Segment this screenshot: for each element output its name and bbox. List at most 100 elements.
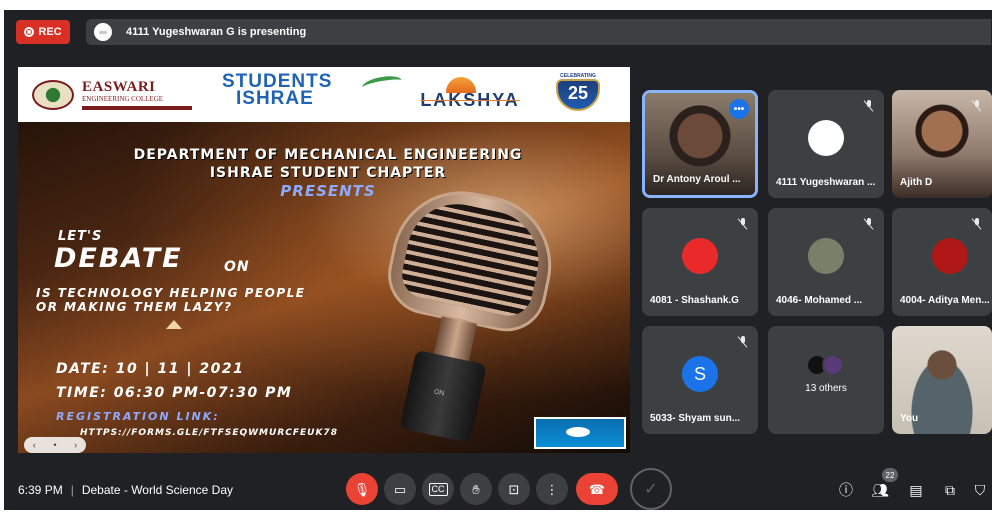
debate-topic: IS TECHNOLOGY HELPING PEOPLE OR MAKING T… bbox=[36, 286, 376, 314]
leave-call-button[interactable]: ☎︎ bbox=[576, 473, 618, 505]
debate-on-text: ON bbox=[224, 259, 250, 275]
mic-off-icon bbox=[864, 100, 874, 112]
slide-dots-icon: • bbox=[53, 440, 57, 450]
students-ishrae-logo: STUDENTS ISHRAE bbox=[222, 72, 403, 117]
captions-button[interactable]: CC bbox=[422, 473, 454, 505]
avatar: S bbox=[682, 356, 718, 392]
participant-name: Dr Antony Aroul ... bbox=[653, 174, 741, 185]
meeting-info: 6:39 PM | Debate - World Science Day bbox=[18, 483, 233, 497]
host-controls-button[interactable]: ⛉ bbox=[970, 480, 990, 500]
mic-off-icon bbox=[738, 218, 748, 230]
people-button[interactable]: 👥︎ bbox=[870, 480, 890, 500]
lakshya-text: LAKSHYA bbox=[420, 90, 520, 110]
participant-tile[interactable]: S 5033- Shyam sun... bbox=[642, 326, 758, 434]
avatar bbox=[808, 120, 844, 156]
meeting-title[interactable]: Debate - World Science Day bbox=[82, 483, 233, 497]
event-date: DATE: 10 | 11 | 2021 bbox=[56, 361, 245, 377]
hang-up-icon: ☎︎ bbox=[588, 481, 606, 497]
lakshya-logo: LAKSHYA bbox=[404, 77, 536, 115]
event-time: TIME: 06:30 PM-07:30 PM bbox=[56, 385, 293, 401]
meeting-details-button[interactable]: ⓘ bbox=[836, 480, 856, 500]
participant-tile[interactable]: 4081 - Shashank.G bbox=[642, 208, 758, 316]
presents-text: PRESENTS bbox=[280, 182, 376, 200]
mic-off-icon: 🎙︎ bbox=[353, 481, 371, 497]
lock-shield-icon: ⛉ bbox=[974, 481, 986, 498]
easwari-name: EASWARI bbox=[82, 79, 156, 95]
easwari-logo: EASWARI ENGINEERING COLLEGE bbox=[32, 75, 202, 115]
info-icon: ⓘ bbox=[839, 482, 853, 498]
topic-line-1: IS TECHNOLOGY HELPING PEOPLE bbox=[36, 286, 306, 300]
activity-button[interactable]: ✓ bbox=[630, 468, 672, 510]
presenting-text: 4111 Yugeshwaran G is presenting bbox=[126, 26, 307, 38]
activities-button[interactable]: ⧉ bbox=[940, 480, 960, 500]
present-button[interactable]: ⊡ bbox=[498, 473, 530, 505]
captions-icon: CC bbox=[428, 482, 448, 496]
presenter-avatar-icon bbox=[94, 23, 112, 41]
topic-line-2: OR MAKING THEM LAZY? bbox=[36, 300, 233, 314]
meet-window: REC 4111 Yugeshwaran G is presenting EAS… bbox=[4, 10, 992, 510]
slide-navigation[interactable]: ‹ • › bbox=[24, 437, 86, 453]
raise-hand-button[interactable]: ✋︎ bbox=[460, 473, 492, 505]
avatar bbox=[822, 354, 844, 376]
participant-tile[interactable]: 4004- Aditya Men... bbox=[892, 208, 992, 316]
avatar bbox=[932, 238, 968, 274]
participant-tile[interactable]: You bbox=[892, 326, 992, 434]
participant-name: Ajith D bbox=[900, 177, 933, 188]
divider: | bbox=[70, 483, 74, 497]
college-emblem-icon bbox=[32, 80, 74, 110]
registration-link: HTTPS://FORMS.GLE/FTFSEQWMURCFEUK78 bbox=[80, 428, 338, 438]
participant-name: You bbox=[900, 413, 919, 424]
triangle-icon bbox=[166, 320, 182, 329]
more-options-icon[interactable]: ••• bbox=[729, 99, 749, 119]
camera-icon: ▭ bbox=[393, 481, 407, 497]
participant-name: 4046- Mohamed ... bbox=[776, 295, 863, 306]
participant-name: 4081 - Shashank.G bbox=[650, 295, 739, 306]
registration-label: REGISTRATION LINK: bbox=[56, 410, 220, 423]
prev-slide-icon[interactable]: ‹ bbox=[33, 440, 36, 450]
more-options-button[interactable]: ⋮ bbox=[536, 473, 568, 505]
lets-text: LET'S bbox=[58, 229, 103, 244]
anniversary-number: 25 bbox=[567, 83, 589, 103]
more-vert-icon: ⋮ bbox=[545, 481, 559, 497]
camera-toggle-button[interactable]: ▭ bbox=[384, 473, 416, 505]
easwari-divider bbox=[82, 106, 192, 110]
chat-button[interactable]: ▤ bbox=[906, 480, 926, 500]
logo-strip: EASWARI ENGINEERING COLLEGE STUDENTS ISH… bbox=[18, 67, 630, 122]
presenting-banner: 4111 Yugeshwaran G is presenting bbox=[86, 19, 991, 45]
dept-line-2: ISHRAE STUDENT CHAPTER bbox=[209, 165, 447, 181]
clock-time: 6:39 PM bbox=[18, 483, 63, 497]
participant-name: 5033- Shyam sun... bbox=[650, 413, 741, 424]
participant-name: 4004- Aditya Men... bbox=[900, 295, 990, 306]
participant-tile[interactable]: 4111 Yugeshwaran ... bbox=[768, 90, 884, 198]
presentation-slide: EASWARI ENGINEERING COLLEGE STUDENTS ISH… bbox=[18, 67, 630, 453]
mic-off-icon bbox=[972, 100, 982, 112]
hand-icon: ✋︎ bbox=[472, 481, 480, 497]
others-tile[interactable]: 13 others bbox=[768, 326, 884, 434]
others-count: 13 others bbox=[805, 383, 847, 394]
debate-title: DEBATE bbox=[54, 243, 183, 274]
rec-indicator: REC bbox=[16, 20, 70, 44]
avatar bbox=[682, 238, 718, 274]
present-screen-icon: ⊡ bbox=[508, 481, 520, 497]
mic-off-icon bbox=[738, 336, 748, 348]
mic-toggle-button[interactable]: 🎙︎ bbox=[346, 473, 378, 505]
chat-icon: ▤ bbox=[909, 481, 923, 498]
participant-tile[interactable]: Ajith D bbox=[892, 90, 992, 198]
participant-name: 4111 Yugeshwaran ... bbox=[776, 177, 876, 188]
shapes-icon: ⧉ bbox=[945, 481, 955, 498]
easwari-sub: ENGINEERING COLLEGE bbox=[82, 95, 164, 103]
mic-off-icon bbox=[972, 218, 982, 230]
mic-off-icon bbox=[864, 218, 874, 230]
anniversary-logo: CELEBRATING 25 bbox=[550, 73, 606, 115]
check-icon: ✓ bbox=[644, 481, 658, 498]
next-slide-icon[interactable]: › bbox=[74, 440, 77, 450]
participant-tile[interactable]: ••• Dr Antony Aroul ... bbox=[642, 90, 758, 198]
people-icon: 👥︎ bbox=[871, 481, 889, 498]
avatar bbox=[808, 238, 844, 274]
participant-tile[interactable]: 4046- Mohamed ... bbox=[768, 208, 884, 316]
record-icon bbox=[24, 27, 35, 37]
slide-heading: DEPARTMENT OF MECHANICAL ENGINEERING ISH… bbox=[68, 146, 588, 182]
rec-label: REC bbox=[38, 26, 62, 38]
doves-image bbox=[534, 417, 626, 449]
dept-line-1: DEPARTMENT OF MECHANICAL ENGINEERING bbox=[133, 147, 523, 163]
